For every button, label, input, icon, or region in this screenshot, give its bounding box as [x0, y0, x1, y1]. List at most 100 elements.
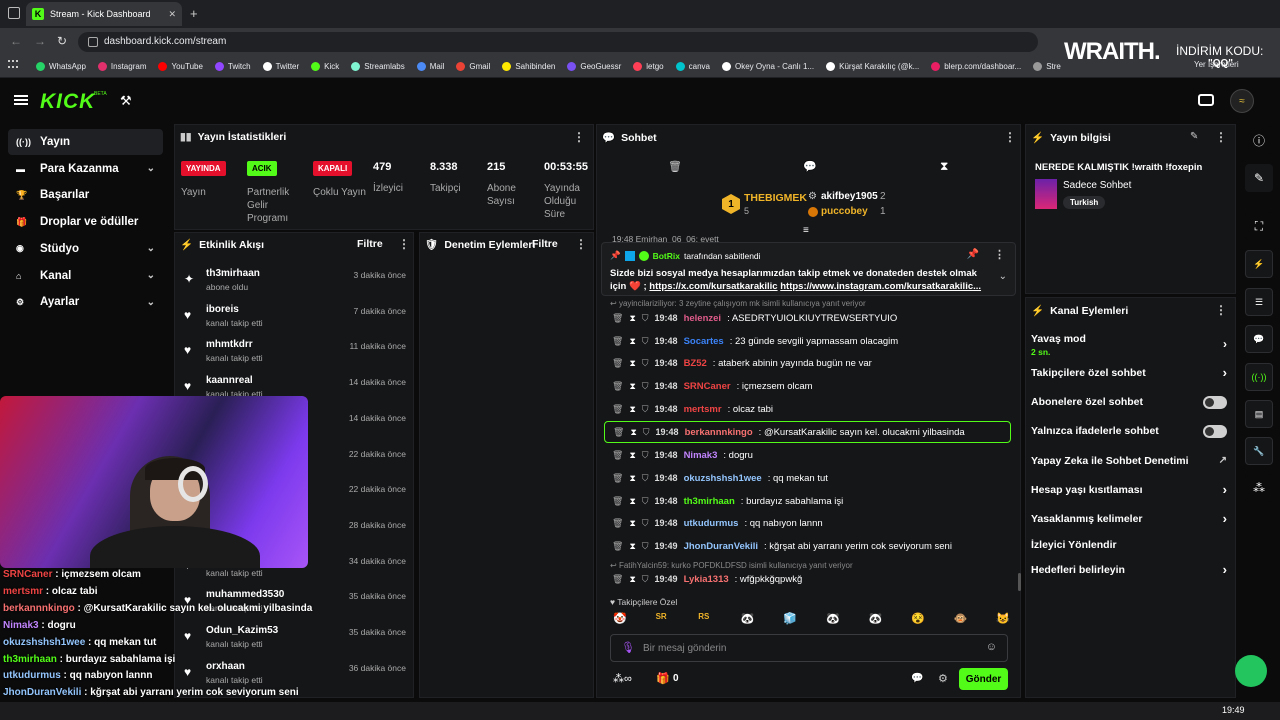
- broadcast-icon[interactable]: ((·)): [1245, 363, 1273, 391]
- emote[interactable]: SR: [656, 612, 667, 621]
- back-icon[interactable]: ←: [10, 34, 22, 48]
- delete-message-icon[interactable]: 🗑: [612, 381, 623, 392]
- message-username[interactable]: Nimak3: [684, 450, 718, 461]
- timeout-icon[interactable]: ⧗: [629, 574, 635, 585]
- ban-icon[interactable]: ⛉: [642, 336, 649, 347]
- bookmark-item[interactable]: canva: [675, 62, 710, 71]
- activity-filter-button[interactable]: Filtre: [357, 238, 383, 250]
- message-username[interactable]: okuzshshsh1wee: [684, 473, 762, 484]
- gift-points-icon[interactable]: 🎁: [656, 672, 670, 685]
- timeout-icon[interactable]: ⧗: [629, 336, 635, 347]
- chat-message[interactable]: 🗑 ⧗ ⛉ 19:48 Socartes: 23 günde sevgili yapma…: [612, 331, 1012, 351]
- chat-message[interactable]: 🗑 ⧗ ⛉ 19:49 JhonDuranVekili: kğrşat abi yarr…: [612, 536, 1012, 556]
- sidebar-item-3[interactable]: 🎁 Droplar ve ödüller: [8, 209, 163, 235]
- chat-message[interactable]: 🗑 ⧗ ⛉ 19:48 okuzshshsh1wee: qq mekan tut: [612, 468, 1012, 488]
- bookmark-item[interactable]: letgo: [633, 62, 664, 71]
- sidebar-item-0[interactable]: ((·)) Yayın: [8, 129, 163, 155]
- channel-action-row[interactable]: Hesap yaşı kısıtlaması ›: [1031, 482, 1227, 500]
- delete-message-icon[interactable]: 🗑: [612, 496, 623, 507]
- bookmark-item[interactable]: Instagram: [97, 62, 146, 71]
- bookmark-item[interactable]: blerp.com/dashboar...: [931, 62, 1021, 71]
- emote[interactable]: 🐵: [954, 612, 968, 625]
- chat-message[interactable]: 🗑 ⧗ ⛉ 19:48 Nimak3: dogru: [612, 445, 1012, 465]
- channel-action-row[interactable]: İzleyici Yönlendir: [1031, 539, 1227, 555]
- ban-icon[interactable]: ⛉: [642, 313, 649, 324]
- timeout-icon[interactable]: ⧗: [629, 541, 635, 552]
- menu-icon[interactable]: [14, 95, 28, 105]
- message-username[interactable]: berkannnkingo: [685, 427, 753, 438]
- emote[interactable]: 😵: [911, 612, 925, 625]
- emote[interactable]: 🧊: [783, 612, 797, 625]
- pinned-link-instagram[interactable]: https://www.instagram.com/kursatkarakili…: [780, 281, 981, 292]
- info-menu-icon[interactable]: ⋮: [1215, 130, 1227, 144]
- avatar[interactable]: ≈: [1230, 89, 1254, 113]
- delete-message-icon[interactable]: 🗑: [613, 427, 624, 438]
- chat-message[interactable]: 🗑 ⧗ ⛉ 19:48 helenzei: ASEDRTYUIOLKIUYTREWSER…: [612, 308, 1012, 328]
- bookmark-item[interactable]: Kürşat Karakılıç (@k...: [826, 62, 919, 71]
- message-username[interactable]: th3mirhaan: [684, 496, 735, 507]
- floating-action-button[interactable]: [1235, 655, 1267, 687]
- bookmark-item[interactable]: WhatsApp: [36, 62, 86, 71]
- bookmark-item[interactable]: Streamlabs: [351, 62, 405, 71]
- channel-action-row[interactable]: Yalnızca ifadelerle sohbet: [1031, 425, 1227, 441]
- url-bar[interactable]: dashboard.kick.com/stream: [78, 32, 1038, 52]
- timeout-icon[interactable]: ⧗: [630, 427, 636, 438]
- emote[interactable]: RS: [698, 612, 709, 621]
- sidebar-item-5[interactable]: ⌂ Kanal ⌄: [8, 263, 163, 289]
- timeout-icon[interactable]: ⧗: [629, 473, 635, 484]
- ban-icon[interactable]: ⛉: [642, 358, 649, 369]
- channel-action-row[interactable]: Takipçilere özel sohbet ›: [1031, 365, 1227, 383]
- emote[interactable]: 🐼: [826, 612, 840, 625]
- leader-first-name[interactable]: THEBIGMEK: [744, 192, 807, 204]
- activity-username[interactable]: th3mirhaan: [206, 268, 260, 279]
- activity-username[interactable]: Odun_Kazim53: [206, 625, 278, 636]
- chat-message[interactable]: 🗑 ⧗ ⛉ 19:48 berkannnkingo: @KursatKarakilic …: [604, 421, 1011, 443]
- stats-menu-icon[interactable]: ⋮: [573, 130, 585, 144]
- slow-mode-row[interactable]: Yavaş mod 2 sn. ›: [1031, 333, 1227, 357]
- ban-icon[interactable]: ⛉: [642, 496, 649, 507]
- activity-username[interactable]: iboreis: [206, 304, 239, 315]
- list-item[interactable]: ✦ th3mirhaan abone oldu 3 dakika önce: [182, 268, 412, 304]
- bookmark-item[interactable]: GeoGuessr: [567, 62, 621, 71]
- emote[interactable]: 😺: [996, 612, 1010, 625]
- delete-message-icon[interactable]: 🗑: [612, 313, 623, 324]
- bookmark-item[interactable]: Stre: [1033, 62, 1061, 71]
- message-username[interactable]: Socartes: [684, 336, 724, 347]
- category-name[interactable]: Sadece Sohbet: [1063, 180, 1131, 191]
- message-username[interactable]: SRNCaner: [684, 381, 731, 392]
- reload-icon[interactable]: ↻: [57, 34, 67, 48]
- info-icon[interactable]: ⓘ: [1245, 126, 1273, 154]
- channel-action-row[interactable]: Yasaklanmış kelimeler ›: [1031, 511, 1227, 529]
- sidebar-item-1[interactable]: ▬ Para Kazanma ⌄: [8, 156, 163, 182]
- moderation-menu-icon[interactable]: ⋮: [575, 237, 587, 251]
- tab-close-icon[interactable]: ✕: [168, 9, 176, 20]
- trash-icon[interactable]: 🗑: [668, 160, 682, 173]
- chat-menu-icon[interactable]: ⋮: [1004, 130, 1016, 144]
- site-info-icon[interactable]: [88, 37, 98, 47]
- timeout-icon[interactable]: ⧗: [629, 496, 635, 507]
- send-button[interactable]: Gönder: [959, 668, 1008, 690]
- timeout-icon[interactable]: ⧗: [629, 450, 635, 461]
- emote[interactable]: 🐼: [741, 612, 755, 625]
- channel-action-row[interactable]: Abonelere özel sohbet: [1031, 396, 1227, 412]
- bookmark-item[interactable]: Mail: [416, 62, 444, 71]
- activity-username[interactable]: orxhaan: [206, 661, 245, 672]
- chat-message[interactable]: 🗑 ⧗ ⛉ 19:48 utkudurmus: qq nabıyon lannn: [612, 513, 1012, 533]
- new-tab-icon[interactable]: +: [190, 6, 198, 21]
- toggle-switch[interactable]: [1203, 396, 1227, 409]
- ban-icon[interactable]: ⛉: [643, 427, 650, 438]
- tab-switcher-icon[interactable]: [8, 7, 20, 19]
- ban-icon[interactable]: ⛉: [642, 381, 649, 392]
- emoji-icon[interactable]: ☺: [986, 641, 997, 653]
- timeout-icon[interactable]: ⧗: [629, 313, 635, 324]
- bookmark-item[interactable]: Twitter: [262, 62, 299, 71]
- pinned-menu-icon[interactable]: ⋮: [994, 248, 1005, 261]
- bookmark-item[interactable]: YouTube: [158, 62, 203, 71]
- chat-message[interactable]: 🗑 ⧗ ⛉ 19:48 mertsmr: olcaz tabi: [612, 399, 1012, 419]
- message-username[interactable]: utkudurmus: [684, 518, 739, 529]
- unpin-icon[interactable]: 📌: [967, 249, 979, 260]
- channel-actions-menu-icon[interactable]: ⋮: [1215, 303, 1227, 317]
- toggle-switch[interactable]: [1203, 425, 1227, 438]
- pinned-link-x[interactable]: https://x.com/kursatkarakilic: [649, 281, 777, 292]
- category-thumbnail[interactable]: [1035, 179, 1057, 209]
